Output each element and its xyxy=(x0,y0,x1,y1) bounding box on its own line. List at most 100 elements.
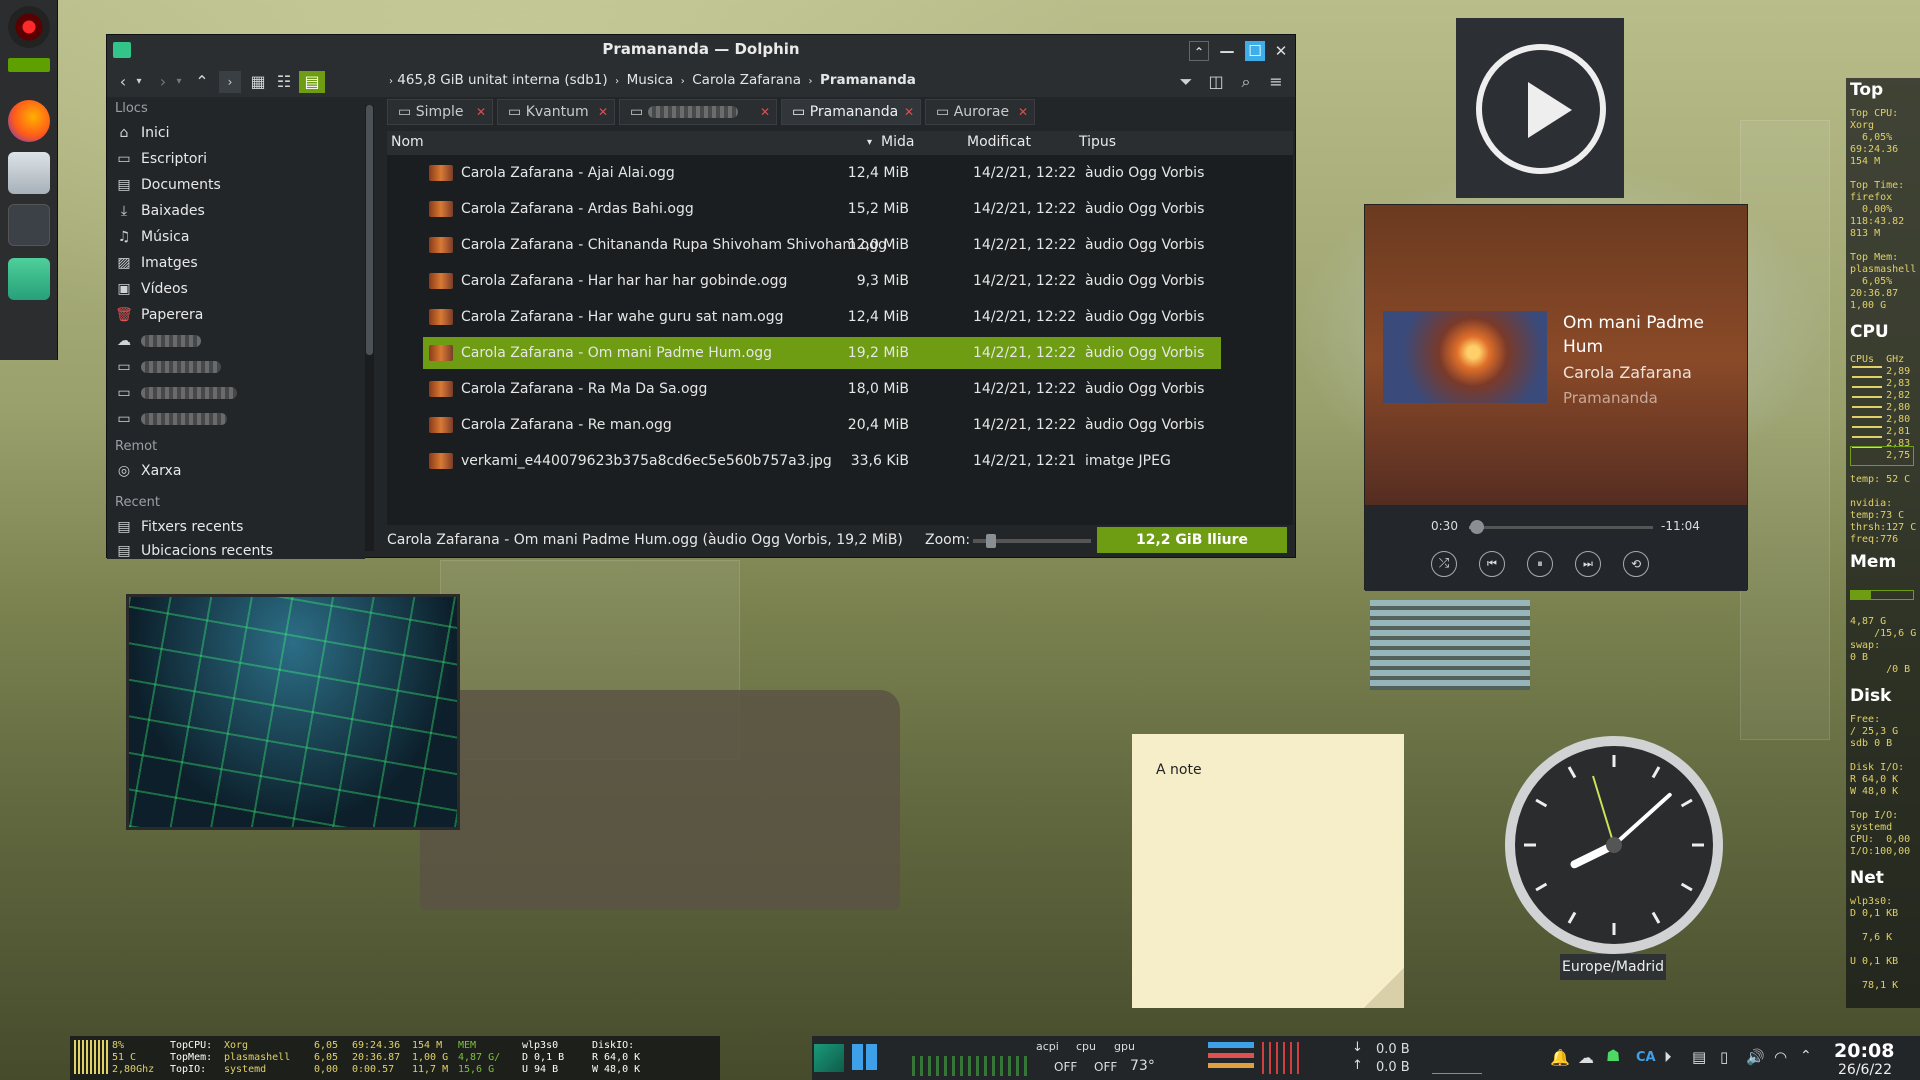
dolphin-folder-icon[interactable] xyxy=(8,258,50,300)
table-row[interactable]: Carola Zafarana - Om mani Padme Hum.ogg 1… xyxy=(387,335,1293,371)
settings-sliders-icon[interactable] xyxy=(8,204,50,246)
wifi-icon[interactable]: ◠ xyxy=(1774,1048,1787,1066)
nextcloud-icon[interactable]: ☁ xyxy=(1578,1048,1594,1067)
sticky-note[interactable]: A note xyxy=(1132,734,1404,1008)
column-name[interactable]: Nom xyxy=(391,134,424,150)
title-bar[interactable]: Pramananda — Dolphin ⌃ — ☐ ✕ xyxy=(107,35,1295,65)
place-item-cloud[interactable]: ☁ xyxy=(115,329,201,353)
notifications-icon[interactable]: 🔔 xyxy=(1550,1048,1570,1067)
back-history-chevron-icon[interactable]: ▾ xyxy=(133,71,145,93)
column-type[interactable]: Tipus xyxy=(1079,134,1116,150)
close-tab-icon[interactable]: ✕ xyxy=(476,100,486,124)
progress-handle[interactable] xyxy=(1470,520,1485,534)
place-item-music[interactable]: ♫ Música xyxy=(115,225,190,249)
place-item-folder[interactable]: ▭ xyxy=(115,407,227,431)
breadcrumb-current[interactable]: Pramananda xyxy=(820,72,916,88)
hal-eye-icon[interactable] xyxy=(8,6,50,48)
close-tab-icon[interactable]: ✕ xyxy=(1018,100,1028,124)
scrollbar-thumb[interactable] xyxy=(366,105,373,355)
places-panel: Llocs ⌂ Inici ▭ Escriptori ▤ Documents ⤓ Bai… xyxy=(107,97,365,559)
play-icon[interactable] xyxy=(1476,44,1606,174)
forward-icon[interactable]: › xyxy=(153,71,173,93)
maximize-button[interactable]: ☐ xyxy=(1245,41,1265,61)
close-button[interactable]: ✕ xyxy=(1271,41,1291,61)
table-row[interactable]: verkami_e440079623b375a8cd6ec5e560b757a3… xyxy=(387,443,1293,479)
keep-above-button[interactable]: ⌃ xyxy=(1189,41,1209,61)
table-row[interactable]: Carola Zafarana - Re man.ogg 20,4 MiB 14/2… xyxy=(387,407,1293,443)
tab-pramananda[interactable]: ▭ Pramananda ✕ xyxy=(781,99,921,125)
place-item-downloads[interactable]: ⤓ Baixades xyxy=(115,199,205,223)
progress-slider[interactable] xyxy=(1469,520,1653,534)
search-icon[interactable]: ⌕ xyxy=(1235,71,1257,93)
close-tab-icon[interactable]: ✕ xyxy=(904,100,914,124)
mem-summary: MEM 4,87 G/ 15,6 G xyxy=(458,1040,501,1075)
table-row[interactable]: Carola Zafarana - Har har har har gobind… xyxy=(387,263,1293,299)
previous-track-icon[interactable]: ⏮ xyxy=(1479,551,1505,577)
pause-icon[interactable]: ⏸ xyxy=(1527,551,1553,577)
ghost-icon[interactable]: ☗ xyxy=(1606,1046,1620,1065)
phone-icon[interactable]: ▯ xyxy=(1720,1048,1728,1066)
place-item-recent-locations[interactable]: ▤ Ubicacions recents xyxy=(115,539,273,559)
windows-pager-icon[interactable] xyxy=(852,1044,878,1070)
panels-icon[interactable]: ◫ xyxy=(1205,71,1227,93)
place-item-images[interactable]: ▨ Imatges xyxy=(115,251,197,275)
file-modified: 14/2/21, 12:22 xyxy=(973,345,1077,361)
close-tab-icon[interactable]: ✕ xyxy=(598,100,608,124)
split-view-icon[interactable]: › xyxy=(219,71,241,93)
place-item-home[interactable]: ⌂ Inici xyxy=(115,121,170,145)
hamburger-menu-icon[interactable]: ≡ xyxy=(1265,71,1287,93)
repeat-icon[interactable]: ⟲ xyxy=(1623,551,1649,577)
panel-time[interactable]: 20:08 xyxy=(1834,1040,1894,1062)
table-row[interactable]: Carola Zafarana - Ardas Bahi.ogg 15,2 MiB… xyxy=(387,191,1293,227)
green-indicator xyxy=(8,58,50,72)
breadcrumb-item[interactable]: Carola Zafarana xyxy=(692,72,801,88)
table-row[interactable]: Carola Zafarana - Ra Ma Da Sa.ogg 18,0 Mi… xyxy=(387,371,1293,407)
game-preview-widget[interactable] xyxy=(126,594,460,830)
place-item-desktop[interactable]: ▭ Escriptori xyxy=(115,147,207,171)
document-viewer-icon[interactable] xyxy=(8,152,50,194)
play-widget[interactable] xyxy=(1456,18,1624,198)
firefox-icon[interactable] xyxy=(8,100,50,142)
tab-aurorae[interactable]: ▭ Aurorae ✕ xyxy=(925,99,1035,125)
panel-date[interactable]: 26/6/22 xyxy=(1838,1062,1892,1078)
keyboard-layout[interactable]: CA xyxy=(1636,1050,1656,1065)
places-scrollbar[interactable] xyxy=(365,105,374,551)
tab-simple[interactable]: ▭ Simple ✕ xyxy=(387,99,493,125)
tray-expand-icon[interactable]: ⌃ xyxy=(1800,1048,1812,1064)
column-modified[interactable]: Modificat xyxy=(967,134,1031,150)
forward-history-chevron-icon[interactable]: ▾ xyxy=(173,71,185,93)
media-play-icon[interactable]: ⏵ xyxy=(1664,1048,1672,1066)
app-launcher-icon[interactable] xyxy=(814,1044,844,1072)
place-item-documents[interactable]: ▤ Documents xyxy=(115,173,220,197)
blurred-label xyxy=(647,106,738,118)
place-item-recent-files[interactable]: ▤ Fitxers recents xyxy=(115,515,243,539)
tab-hidden[interactable]: ▭ ✕ xyxy=(619,99,777,125)
table-row[interactable]: Carola Zafarana - Har wahe guru sat nam.… xyxy=(387,299,1293,335)
compact-view-icon[interactable]: ☷ xyxy=(273,71,295,93)
shuffle-icon[interactable]: ⤮ xyxy=(1431,551,1457,577)
place-item-videos[interactable]: ▣ Vídeos xyxy=(115,277,187,301)
volume-icon[interactable]: 🔊 xyxy=(1746,1048,1765,1066)
next-track-icon[interactable]: ⏭ xyxy=(1575,551,1601,577)
minimize-button[interactable]: — xyxy=(1217,41,1237,61)
back-icon[interactable]: ‹ xyxy=(113,71,133,93)
table-row[interactable]: Carola Zafarana - Ajai Alai.ogg 12,4 MiB 1… xyxy=(387,155,1293,191)
tab-kvantum[interactable]: ▭ Kvantum ✕ xyxy=(497,99,615,125)
details-view-icon[interactable]: ▤ xyxy=(299,71,325,93)
note-text[interactable]: A note xyxy=(1156,762,1202,778)
icons-view-icon[interactable]: ▦ xyxy=(247,71,269,93)
up-icon[interactable]: ⌃ xyxy=(191,71,213,93)
close-tab-icon[interactable]: ✕ xyxy=(760,100,770,124)
zoom-slider-handle[interactable] xyxy=(985,534,996,548)
breadcrumb-item[interactable]: Musica xyxy=(627,72,674,88)
place-item-folder[interactable]: ▭ xyxy=(115,355,221,379)
place-item-network[interactable]: ◎ Xarxa xyxy=(115,459,182,483)
clipboard-icon[interactable]: ▤ xyxy=(1692,1048,1706,1066)
place-item-folder[interactable]: ▭ xyxy=(115,381,237,405)
place-item-trash[interactable]: 🗑 Paperera xyxy=(115,303,203,327)
table-row[interactable]: Carola Zafarana - Chitananda Rupa Shivoh… xyxy=(387,227,1293,263)
column-size[interactable]: Mida xyxy=(881,134,914,150)
filter-icon[interactable]: ⏷ xyxy=(1175,71,1197,93)
zoom-slider[interactable] xyxy=(973,534,1091,548)
breadcrumb-item[interactable]: 465,8 GiB unitat interna (sdb1) xyxy=(397,72,607,88)
